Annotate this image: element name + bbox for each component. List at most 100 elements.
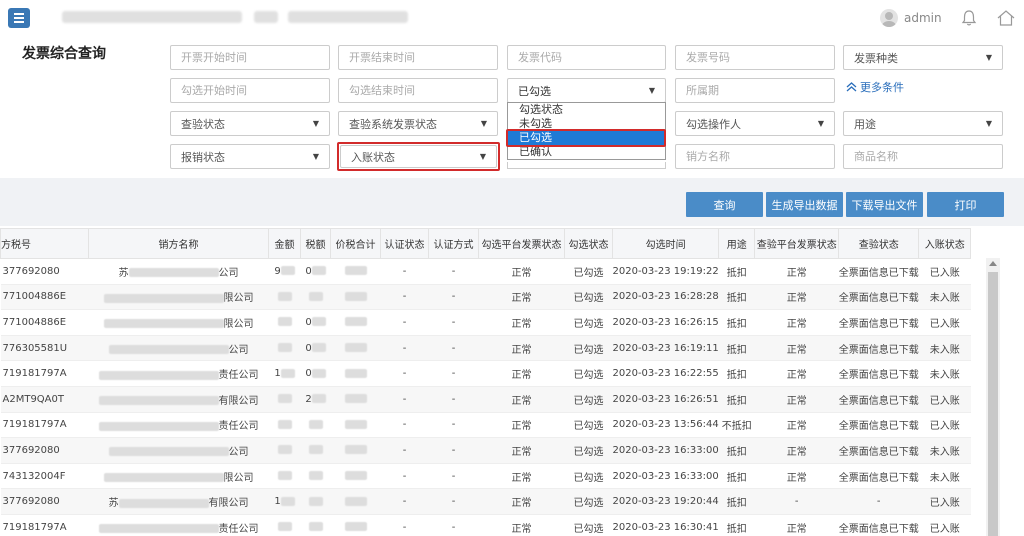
table-row[interactable]: 771004886E 限公司 0- - 正常 已勾选 2020-03-23 16:26:15… [0, 309, 971, 336]
cell-check-status: 已勾选 [564, 463, 613, 490]
issue-start-input[interactable] [170, 45, 330, 70]
cell-auth-status: - [380, 437, 429, 464]
cell-tax: 0 [300, 335, 331, 362]
check-operator-select[interactable]: 勾选操作人 ▼ [675, 111, 835, 136]
table-row[interactable]: 719181797A 责任公司 - - 正常 已勾选 2020-03-23 13:56:44… [0, 412, 971, 439]
period-input[interactable] [675, 78, 835, 103]
page-title: 发票综合查询 [22, 46, 106, 62]
caret-down-icon: ▼ [648, 86, 655, 95]
dropdown-option[interactable]: 未勾选 [508, 117, 665, 131]
table-row[interactable]: 377692080 苏公司 9 0- - 正常 已勾选 2020-03-23 19:19:22… [0, 258, 971, 285]
redacted-text [311, 343, 326, 353]
generate-export-button[interactable]: 生成导出数据 [766, 192, 843, 217]
cell-check-time: 2020-03-23 16:26:51 [612, 386, 719, 413]
usage-select[interactable]: 用途 ▼ [843, 111, 1003, 136]
redacted-text [308, 522, 323, 532]
column-header[interactable]: 税额 [300, 228, 331, 259]
column-header[interactable]: 认证状态 [380, 228, 429, 259]
cell-entry-status: 已入账 [918, 488, 971, 515]
cell-verify-status: 全票面信息已下载 [838, 309, 919, 336]
invoice-type-label: 发票种类 [854, 51, 898, 65]
column-header[interactable]: 勾选状态 [564, 228, 613, 259]
reimburse-status-select[interactable]: 报销状态 ▼ [170, 144, 330, 169]
column-header[interactable]: 勾选平台发票状态 [478, 228, 565, 259]
dropdown-option-active[interactable]: 已勾选 [508, 131, 665, 145]
download-export-button[interactable]: 下载导出文件 [846, 192, 923, 217]
table-row[interactable]: 743132004F 限公司 - - 正常 已勾选 2020-03-23 16:33:00 抵… [0, 463, 971, 490]
invoice-code-input[interactable] [507, 45, 666, 70]
table-row[interactable]: 377692080 公司 - - 正常 已勾选 2020-03-23 16:33:00 抵扣正… [0, 437, 971, 464]
redacted-text [98, 370, 219, 380]
scrollbar-thumb[interactable] [988, 272, 998, 536]
menu-toggle-button[interactable] [8, 8, 30, 28]
bell-icon[interactable] [960, 9, 978, 27]
table-row[interactable]: 377692080 苏有限公司 1- - 正常 已勾选 2020-03-23 19:20:4… [0, 488, 971, 515]
more-conditions-link[interactable]: 更多条件 [846, 79, 904, 95]
cell-entry-status: 已入账 [918, 309, 971, 336]
redacted-text [308, 471, 323, 481]
user-menu[interactable]: admin [880, 8, 942, 28]
column-header[interactable]: 用途 [718, 228, 756, 259]
seller-name-input[interactable] [675, 144, 835, 169]
issue-end-input[interactable] [338, 45, 498, 70]
cell-total [330, 386, 381, 413]
column-header[interactable]: 方税号 [0, 228, 89, 259]
check-status-select[interactable]: 已勾选 ▼ [507, 78, 666, 103]
cell-auth-status: - [380, 488, 429, 515]
redacted-text [277, 291, 292, 301]
column-header[interactable]: 查验状态 [838, 228, 920, 259]
column-header[interactable]: 认证方式 [428, 228, 479, 259]
goods-name-input[interactable] [843, 144, 1003, 169]
column-header[interactable]: 价税合计 [330, 228, 381, 259]
table-row[interactable]: 776305581U 公司 0- - 正常 已勾选 2020-03-23 16:19:11 抵… [0, 335, 971, 362]
cell-amount [268, 309, 301, 336]
invoice-number-input[interactable] [675, 45, 835, 70]
query-button[interactable]: 查询 [686, 192, 763, 217]
cell-verify-status: 全票面信息已下载 [838, 360, 919, 387]
cell-amount [268, 386, 301, 413]
table-row[interactable]: A2MT9QA0T 有限公司 2- - 正常 已勾选 2020-03-23 16:26:51… [0, 386, 971, 413]
cell-amount [268, 514, 301, 536]
cell-entry-status: 未入账 [918, 437, 971, 464]
cell-auth-method: - [428, 412, 479, 439]
cell-amount [268, 437, 301, 464]
cell-platform-status: 正常 [478, 309, 565, 336]
cell-tax: 0 [300, 360, 331, 387]
table-row[interactable]: 719181797A 责任公司 - - 正常 已勾选 2020-03-23 16:30:41… [0, 514, 971, 536]
dropdown-option[interactable]: 已确认 [508, 145, 665, 159]
column-header[interactable]: 入账状态 [918, 228, 972, 259]
cell-usage: 抵扣 [718, 437, 755, 464]
cell-entry-status: 已入账 [918, 386, 971, 413]
verify-status-select[interactable]: 查验状态 ▼ [170, 111, 330, 136]
cell-auth-status: - [380, 463, 429, 490]
cell-total [330, 463, 381, 490]
table-row[interactable]: 719181797A 责任公司 1 0- - 正常 已勾选 2020-03-23 16:22:… [0, 360, 971, 387]
cell-check-time: 2020-03-23 16:28:28 [612, 284, 719, 311]
cell-platform-status: 正常 [478, 412, 565, 439]
cell-value: 1 [274, 496, 281, 508]
entry-status-label: 入账状态 [351, 150, 395, 164]
covered-field-remnant [507, 162, 666, 169]
column-header[interactable]: 销方名称 [88, 228, 269, 259]
seller-name-suffix: 公司 [228, 344, 249, 356]
verify-system-status-select[interactable]: 查验系统发票状态 ▼ [338, 111, 498, 136]
check-start-input[interactable] [170, 78, 330, 103]
entry-status-select[interactable]: 入账状态 ▼ [340, 145, 497, 168]
redacted-text [277, 471, 292, 481]
cell-verify-status: 全票面信息已下载 [838, 335, 919, 362]
check-end-input[interactable] [338, 78, 498, 103]
dropdown-option[interactable]: 勾选状态 [508, 103, 665, 117]
cell-tax-id: A2MT9QA0T [0, 386, 89, 413]
invoice-type-select[interactable]: 发票种类 ▼ [843, 45, 1003, 70]
column-header[interactable]: 勾选时间 [611, 228, 720, 259]
print-button[interactable]: 打印 [927, 192, 1004, 217]
column-header[interactable]: 金额 [268, 228, 301, 259]
home-icon[interactable] [996, 8, 1016, 28]
cell-verify-platform-status: 正常 [754, 335, 839, 362]
scroll-up-arrow-icon[interactable] [989, 261, 997, 266]
table-row[interactable]: 771004886E 限公司 - - 正常 已勾选 2020-03-23 16:28:28 抵… [0, 284, 971, 311]
cell-platform-status: 正常 [478, 386, 565, 413]
redacted-text [311, 368, 326, 378]
column-header[interactable]: 查验平台发票状态 [754, 228, 840, 259]
cell-seller-name: 责任公司 [88, 412, 269, 439]
